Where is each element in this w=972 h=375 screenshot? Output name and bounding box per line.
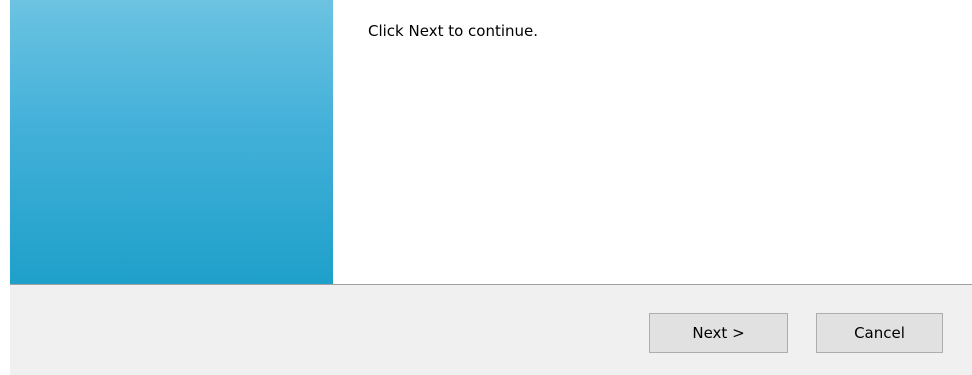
next-button[interactable]: Next > [649,313,788,353]
wizard-content-panel: Click Next to continue. [333,0,972,284]
instruction-text: Click Next to continue. [368,22,539,40]
wizard-side-banner [10,0,333,284]
cancel-button[interactable]: Cancel [816,313,943,353]
setup-wizard-window: Click Next to continue. Next > Cancel [0,0,972,375]
